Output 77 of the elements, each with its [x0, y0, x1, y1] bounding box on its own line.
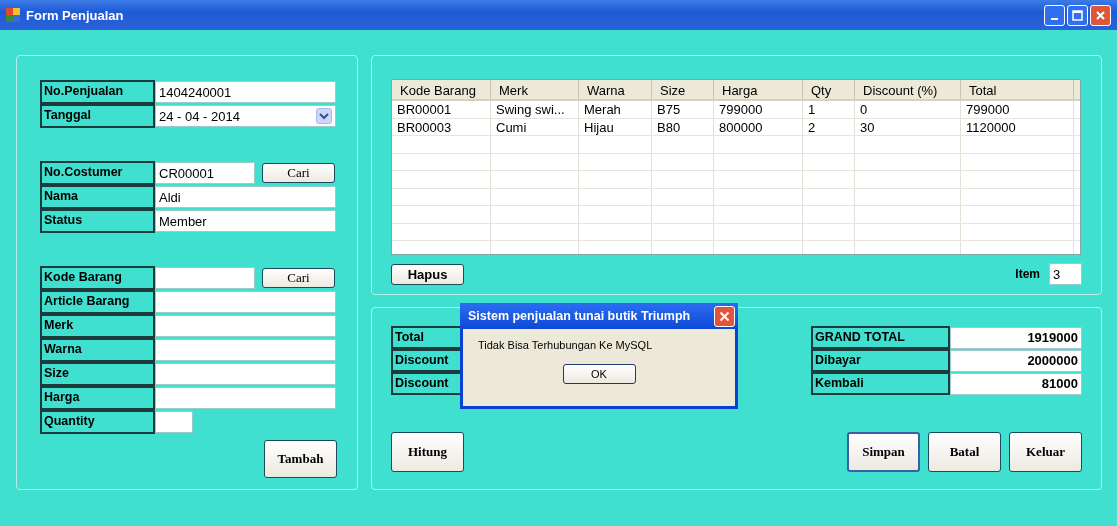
table-cell: Merah: [579, 101, 652, 118]
table-cell: 799000: [714, 101, 803, 118]
table-cell: Cumi: [491, 118, 579, 135]
field-label: No.Costumer: [40, 161, 155, 185]
field-label: Harga: [40, 386, 155, 410]
item-count-field[interactable]: 3: [1049, 263, 1082, 285]
dropdown-icon: [316, 108, 332, 124]
input-field[interactable]: 1404240001: [155, 81, 336, 103]
table-cell: BR00003: [392, 118, 491, 135]
dialog-title: Sistem penjualan tunai butik Triumph: [468, 309, 692, 323]
column-header[interactable]: Discount (%): [855, 80, 961, 99]
table-cell: B80: [652, 118, 714, 135]
table-cell: Hijau: [579, 118, 652, 135]
field-label: Article Barang: [40, 290, 155, 314]
add-button[interactable]: Tambah: [264, 440, 337, 478]
field-label: No.Penjualan: [40, 80, 155, 104]
field-label: Kembali: [811, 372, 950, 395]
field-label: Quantity: [40, 410, 155, 434]
maximize-button[interactable]: [1067, 4, 1088, 26]
field-label: Warna: [40, 338, 155, 362]
input-field[interactable]: Aldi: [155, 186, 336, 208]
app-icon: [6, 8, 20, 22]
field-label: Status: [40, 209, 155, 233]
close-button[interactable]: [1090, 4, 1111, 26]
column-header[interactable]: Size: [652, 80, 714, 99]
minimize-icon: [1051, 17, 1058, 20]
input-field[interactable]: [155, 363, 336, 385]
column-header[interactable]: Merk: [491, 80, 579, 99]
action-button[interactable]: Simpan: [847, 432, 920, 472]
column-header[interactable]: Total: [961, 80, 1074, 99]
table-cell: B75: [652, 101, 714, 118]
close-icon: [719, 310, 730, 322]
close-icon: [1095, 9, 1106, 21]
table-cell: 30: [855, 118, 961, 135]
delete-button[interactable]: Hapus: [391, 263, 464, 285]
input-field[interactable]: CR00001: [155, 162, 255, 184]
column-header[interactable]: Harga: [714, 80, 803, 99]
table-cell: 0: [855, 101, 961, 118]
date-picker[interactable]: 24 - 04 - 2014: [155, 105, 336, 127]
table-cell: BR00001: [392, 101, 491, 118]
close-button[interactable]: [714, 305, 735, 327]
table-cell: Swing swi...: [491, 101, 579, 118]
field-label: Dibayar: [811, 349, 950, 372]
table-cell: 2: [803, 118, 855, 135]
table-cell: 1120000: [961, 118, 1074, 135]
action-button[interactable]: Batal: [928, 432, 1001, 472]
amount-field[interactable]: 2000000: [950, 349, 1082, 372]
field-label: Kode Barang: [40, 266, 155, 290]
search-button[interactable]: Cari: [262, 268, 335, 288]
amount-field[interactable]: 1919000: [950, 326, 1082, 349]
search-button[interactable]: Cari: [262, 163, 335, 183]
field-label: Size: [40, 362, 155, 386]
field-label: Merk: [40, 314, 155, 338]
ok-button[interactable]: OK: [562, 364, 636, 384]
calculate-button[interactable]: Hitung: [391, 432, 464, 472]
amount-field[interactable]: 81000: [950, 372, 1082, 395]
input-field[interactable]: [155, 411, 193, 433]
action-button[interactable]: Keluar: [1009, 432, 1082, 472]
minimize-button[interactable]: [1044, 4, 1065, 26]
input-field[interactable]: Member: [155, 210, 336, 232]
field-label: GRAND TOTAL: [811, 326, 950, 349]
input-field[interactable]: [155, 291, 336, 313]
input-field[interactable]: [155, 267, 255, 289]
input-field[interactable]: [155, 339, 336, 361]
table-cell: 1: [803, 101, 855, 118]
item-label: Item: [1015, 267, 1040, 281]
maximize-icon: [1072, 9, 1083, 21]
field-label: Nama: [40, 185, 155, 209]
window-title: Form Penjualan: [26, 7, 125, 23]
column-header[interactable]: Kode Barang: [392, 80, 491, 99]
column-header[interactable]: Warna: [579, 80, 652, 99]
field-label: Tanggal: [40, 104, 155, 128]
table-cell: 800000: [714, 118, 803, 135]
column-header[interactable]: Qty: [803, 80, 855, 99]
input-field[interactable]: [155, 387, 336, 409]
table-cell: 799000: [961, 101, 1074, 118]
input-field[interactable]: [155, 315, 336, 337]
